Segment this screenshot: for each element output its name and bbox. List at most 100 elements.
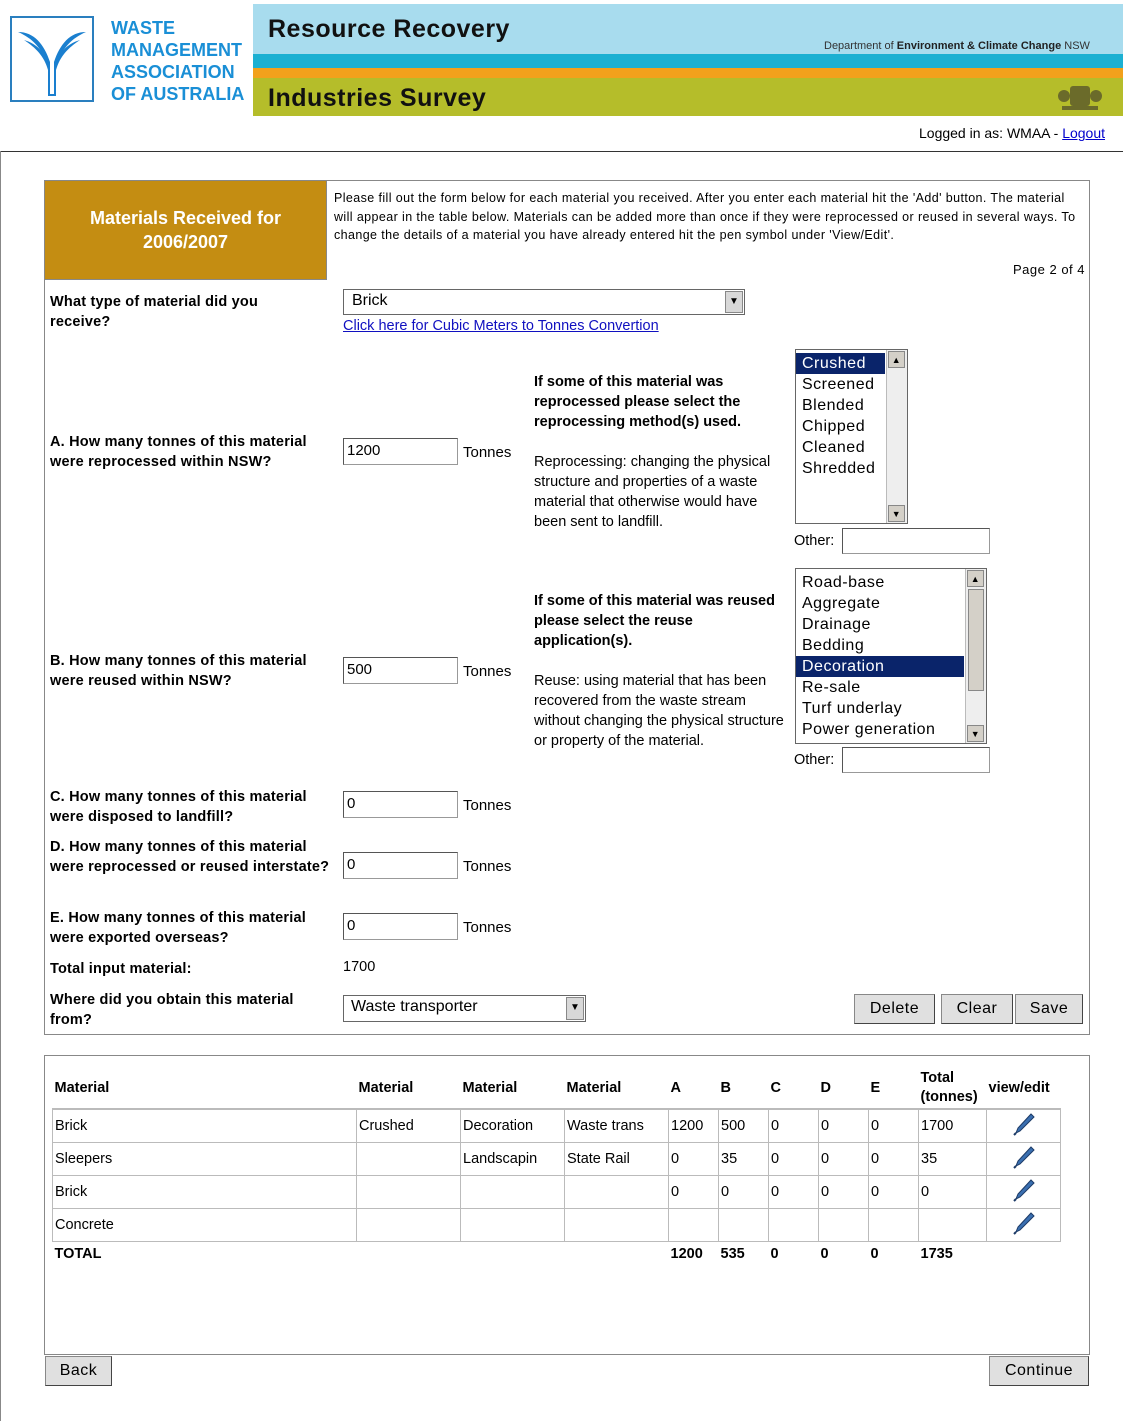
reuse-option[interactable]: Bedding (796, 635, 986, 656)
material-type-select[interactable]: Brick ▼ (343, 289, 745, 315)
org-line: ASSOCIATION (111, 62, 235, 82)
total-label: TOTAL (54, 1246, 102, 1262)
pen-edit-icon[interactable] (1011, 1177, 1037, 1203)
cell (564, 1175, 669, 1209)
chevron-down-icon[interactable]: ▼ (725, 291, 743, 313)
cell (818, 1208, 869, 1242)
reuse-heading: If some of this material was reused plea… (534, 593, 775, 649)
cell: 0 (868, 1142, 919, 1176)
total-input-label: Total input material: (50, 961, 192, 977)
header-title-top: Resource Recovery (268, 15, 510, 43)
back-button[interactable]: Back (45, 1356, 112, 1386)
materials-table: Material Material Material Material A B … (52, 1068, 1061, 1266)
total-cell: 0 (870, 1246, 879, 1262)
edit-cell (986, 1108, 1061, 1143)
source-select[interactable]: Waste transporter ▼ (343, 995, 586, 1022)
cell: 500 (718, 1108, 769, 1143)
scrollbar[interactable]: ▲ ▼ (886, 350, 907, 523)
cell: Decoration (460, 1108, 565, 1143)
reuse-option[interactable]: Aggregate (796, 593, 986, 614)
table-row: Concrete (52, 1208, 1061, 1242)
material-type-value: Brick (352, 292, 388, 309)
unit-label: Tonnes (463, 858, 512, 875)
column-header: Material (460, 1068, 565, 1110)
reprocess-method-list[interactable]: Crushed Screened Blended Chipped Cleaned… (795, 349, 908, 524)
page-indicator: Page 2 of 4 (1013, 262, 1085, 277)
org-name: WASTE MANAGEMENT ASSOCIATION OF AUSTRALI… (111, 17, 244, 105)
cell (356, 1208, 461, 1242)
cell: 0 (768, 1175, 819, 1209)
cell: Landscapin (460, 1142, 565, 1176)
cell: Sleepers (52, 1142, 357, 1176)
reprocess-option[interactable]: Crushed (796, 353, 885, 374)
question-e-input[interactable]: 0 (343, 913, 458, 940)
reprocess-help: If some of this material was reprocessed… (534, 372, 784, 532)
reuse-help: If some of this material was reused plea… (534, 591, 789, 751)
cell: 0 (668, 1175, 719, 1209)
logout-link[interactable]: Logout (1062, 125, 1105, 141)
cell (564, 1208, 669, 1242)
total-cell: 535 (720, 1246, 745, 1262)
reprocess-other-input[interactable] (842, 528, 990, 554)
header-band-orange (253, 68, 1123, 78)
question-d-label: D. How many tonnes of this material were… (50, 839, 330, 875)
total-cell: 0 (770, 1246, 779, 1262)
logo-emblem-icon (18, 32, 86, 96)
reuse-option[interactable]: Turf underlay (796, 698, 986, 719)
cell: Brick (52, 1108, 357, 1143)
cell: 1700 (918, 1108, 987, 1143)
delete-button[interactable]: Delete (854, 994, 935, 1024)
question-b-input[interactable]: 500 (343, 657, 458, 684)
clear-button[interactable]: Clear (941, 994, 1013, 1024)
continue-button[interactable]: Continue (989, 1356, 1089, 1386)
cell (668, 1208, 719, 1242)
scroll-down-icon[interactable]: ▼ (888, 505, 905, 522)
question-a-input[interactable]: 1200 (343, 438, 458, 465)
reuse-other-input[interactable] (842, 747, 990, 773)
pen-edit-icon[interactable] (1011, 1111, 1037, 1137)
dept-main: Environment & Climate Change (896, 40, 1062, 52)
source-value: Waste transporter (351, 998, 478, 1015)
nsw-crest-icon (1056, 82, 1104, 112)
org-line: MANAGEMENT (111, 40, 242, 60)
column-header: C (768, 1068, 819, 1110)
reuse-application-list[interactable]: Road-base Aggregate Drainage Bedding Dec… (795, 568, 987, 744)
reuse-option[interactable]: Road-base (796, 572, 986, 593)
cell: Waste trans (564, 1108, 669, 1143)
empty-cell (461, 1242, 565, 1267)
cell: 0 (768, 1108, 819, 1143)
save-button[interactable]: Save (1015, 994, 1083, 1024)
scroll-up-icon[interactable]: ▲ (967, 570, 984, 587)
pen-edit-icon[interactable] (1011, 1144, 1037, 1170)
reuse-option[interactable]: Decoration (796, 656, 964, 677)
reuse-option[interactable]: Drainage (796, 614, 986, 635)
material-type-label: What type of material did you receive? (50, 294, 259, 330)
cell: 0 (668, 1142, 719, 1176)
question-d-input[interactable]: 0 (343, 852, 458, 879)
cell: 1200 (668, 1108, 719, 1143)
scroll-up-icon[interactable]: ▲ (888, 351, 905, 368)
scroll-down-icon[interactable]: ▼ (967, 725, 984, 742)
reuse-option[interactable]: Re-sale (796, 677, 986, 698)
page-left-border (0, 151, 1, 1421)
edit-cell (986, 1208, 1061, 1242)
cell (918, 1208, 987, 1242)
cell: Concrete (52, 1208, 357, 1242)
unit-label: Tonnes (463, 797, 512, 814)
reuse-option[interactable]: Power generation (796, 719, 986, 740)
chevron-down-icon[interactable]: ▼ (566, 997, 584, 1020)
question-c-input[interactable]: 0 (343, 791, 458, 818)
conversion-link[interactable]: Click here for Cubic Meters to Tonnes Co… (343, 318, 659, 334)
other-label: Other: (794, 533, 835, 549)
dept-suffix: NSW (1061, 40, 1090, 52)
cell: Crushed (356, 1108, 461, 1143)
cell: 0 (718, 1175, 769, 1209)
scroll-thumb[interactable] (968, 589, 984, 691)
column-header: view/edit (986, 1068, 1061, 1110)
pen-edit-icon[interactable] (1011, 1210, 1037, 1236)
scrollbar[interactable]: ▲ ▼ (965, 569, 986, 743)
cell: 0 (818, 1108, 869, 1143)
header-title-bottom: Industries Survey (268, 84, 487, 112)
section-title: Materials Received for 2006/2007 (45, 181, 326, 279)
table-total-row: TOTAL 1200 535 0 0 0 1735 (53, 1242, 1061, 1267)
